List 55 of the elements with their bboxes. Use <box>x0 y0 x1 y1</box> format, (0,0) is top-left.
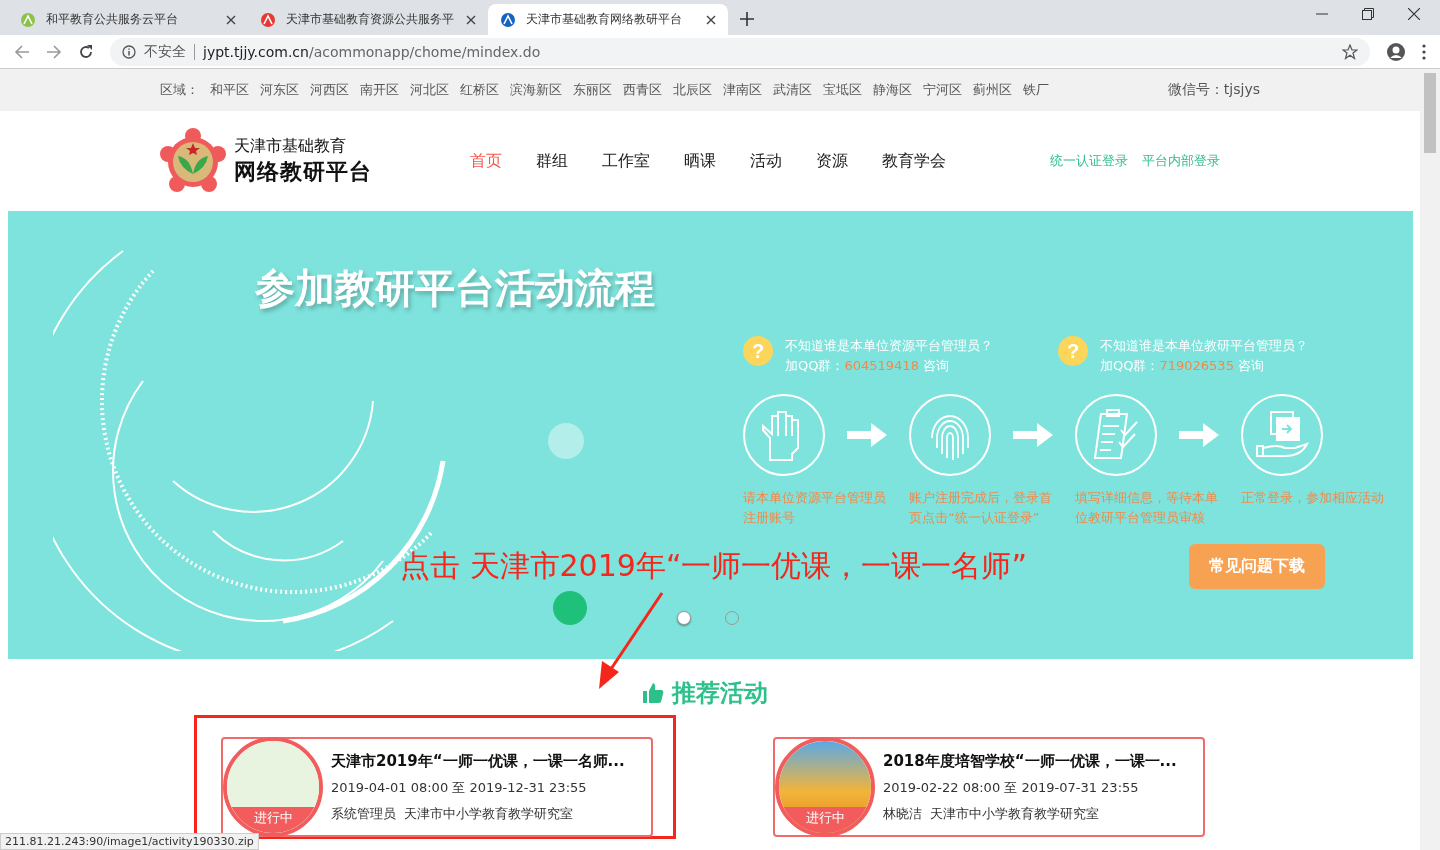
region-link[interactable]: 蓟州区 <box>973 81 1012 99</box>
logo-title: 网络教研平台 <box>234 157 372 186</box>
status-url: 211.81.21.243:90/image1/activity190330.zip <box>0 833 259 850</box>
activity-title: 天津市2019年“一师一优课，一课一名师... <box>331 751 625 771</box>
region-link[interactable]: 和平区 <box>210 81 249 99</box>
wechat-id: 微信号：tjsjys <box>1167 81 1260 99</box>
region-link[interactable]: 红桥区 <box>460 81 499 99</box>
activity-card[interactable]: 进行中 天津市2019年“一师一优课，一课一名师... 2019-04-01 08:00 至 2019-12-31 23:55 系统管理员 天津市中小学教育教学研究室 <box>221 737 653 837</box>
banner-title: 参加教研平台活动流程 <box>254 264 656 313</box>
region-link[interactable]: 河北区 <box>410 81 449 99</box>
region-link[interactable]: 津南区 <box>723 81 762 99</box>
help-question: 不知道谁是本单位教研平台管理员？ <box>1100 337 1308 355</box>
region-label: 区域： <box>160 81 199 99</box>
logo-subtitle: 天津市基础教育 <box>234 135 347 157</box>
nav-link[interactable]: 活动 <box>750 150 782 172</box>
region-link[interactable]: 铁厂 <box>1023 81 1049 99</box>
region-link[interactable]: 武清区 <box>773 81 812 99</box>
region-link[interactable]: 河西区 <box>310 81 349 99</box>
activity-card[interactable]: 进行中 2018年度培智学校“一师一优课，一课一... 2019-02-22 08:00 至 2019-07-31 23:55 林晓洁 天津市中小学教育教学研究室 <box>773 737 1205 837</box>
step-description: 填写详细信息，等待本单位教研平台管理员审核 <box>1075 489 1219 527</box>
help-question: 不知道谁是本单位资源平台管理员？ <box>785 337 993 355</box>
region-link[interactable]: 河东区 <box>260 81 299 99</box>
step-description: 请本单位资源平台管理员注册账号 <box>743 489 887 527</box>
region-link[interactable]: 滨海新区 <box>510 81 562 99</box>
browser-tab[interactable]: 和平教育公共服务云平台 <box>8 4 248 35</box>
question-icon: ? <box>1058 336 1088 366</box>
question-icon: ? <box>743 336 773 366</box>
activity-time: 2019-04-01 08:00 至 2019-12-31 23:55 <box>331 778 588 797</box>
step-description: 正常登录，参加相应活动 <box>1241 489 1385 507</box>
nav-link[interactable]: 教育学会 <box>882 150 946 172</box>
step-description: 账户注册完成后，登录首页点击“统一认证登录” <box>909 489 1053 527</box>
region-link[interactable]: 南开区 <box>360 81 399 99</box>
activity-organizer: 系统管理员 天津市中小学教育教学研究室 <box>331 804 575 823</box>
activity-organizer: 林晓洁 天津市中小学教育教学研究室 <box>883 804 1101 823</box>
region-link[interactable]: 北辰区 <box>673 81 712 99</box>
nav-link[interactable]: 工作室 <box>602 150 650 172</box>
region-link[interactable]: 西青区 <box>623 81 662 99</box>
help-qq-line: 加QQ群：604519418 咨询 <box>785 357 951 375</box>
nav-link[interactable]: 群组 <box>536 150 568 172</box>
region-link[interactable]: 宁河区 <box>923 81 962 99</box>
help-qq-line: 加QQ群：719026535 咨询 <box>1100 357 1266 375</box>
activity-title: 2018年度培智学校“一师一优课，一课一... <box>883 751 1177 771</box>
region-link[interactable]: 宝坻区 <box>823 81 862 99</box>
nav-link[interactable]: 资源 <box>816 150 848 172</box>
annotation-text: 点击 天津市2019年“一师一优课，一课一名师” <box>400 547 1027 585</box>
activity-time: 2019-02-22 08:00 至 2019-07-31 23:55 <box>883 778 1140 797</box>
security-label: 不安全 <box>144 42 186 61</box>
browser-tab[interactable]: 天津市基础教育资源公共服务平 <box>248 4 488 35</box>
url-text: jypt.tjjy.com.cn/acommonapp/chome/mindex.do <box>203 43 541 60</box>
browser-tab[interactable]: 天津市基础教育网络教研平台 <box>488 4 728 35</box>
nav-link[interactable]: 晒课 <box>684 150 716 172</box>
address-field[interactable]: 不安全 jypt.tjjy.com.cn/acommonapp/chome/mindex.do <box>110 37 1370 66</box>
region-link[interactable]: 静海区 <box>873 81 912 99</box>
region-link[interactable]: 东丽区 <box>573 81 612 99</box>
section-title: 推荐活动 <box>672 678 768 709</box>
